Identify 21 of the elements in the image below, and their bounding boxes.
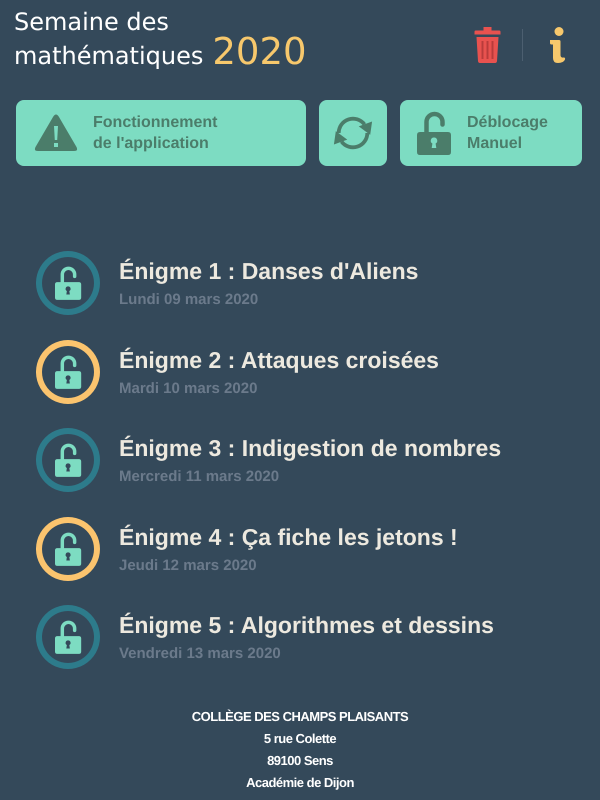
year-label: 2020 xyxy=(212,30,307,73)
unlocked-padlock-icon xyxy=(55,444,82,478)
warning-icon xyxy=(34,113,78,153)
puzzle-title[interactable]: Énigme 5 : Algorithmes et dessins xyxy=(119,611,494,640)
info-icon[interactable] xyxy=(548,27,566,63)
unlocked-padlock-icon xyxy=(55,266,82,300)
address-line: COLLÈGE DES CHAMPS PLAISANTS xyxy=(192,708,408,726)
app-title: Semaine des mathématiques xyxy=(14,8,204,70)
puzzle-title[interactable]: Énigme 4 : Ça fiche les jetons ! xyxy=(119,522,458,551)
trash-icon[interactable] xyxy=(474,27,501,63)
address-line: 5 rue Colette xyxy=(264,730,336,748)
puzzle-title[interactable]: Énigme 1 : Danses d'Aliens xyxy=(119,257,418,286)
unlocked-padlock-icon xyxy=(55,532,82,566)
address-line: Académie de Dijon xyxy=(246,774,354,792)
unlocked-padlock-icon xyxy=(55,620,82,654)
refresh-button[interactable] xyxy=(319,100,387,166)
puzzle-title[interactable]: Énigme 3 : Indigestion de nombres xyxy=(119,434,502,462)
puzzle-title[interactable]: Énigme 2 : Attaques croisées xyxy=(119,346,439,374)
address-line: 89100 Sens xyxy=(267,752,333,770)
unlocked-padlock-icon xyxy=(417,111,451,155)
unlocked-padlock-icon xyxy=(55,355,82,389)
